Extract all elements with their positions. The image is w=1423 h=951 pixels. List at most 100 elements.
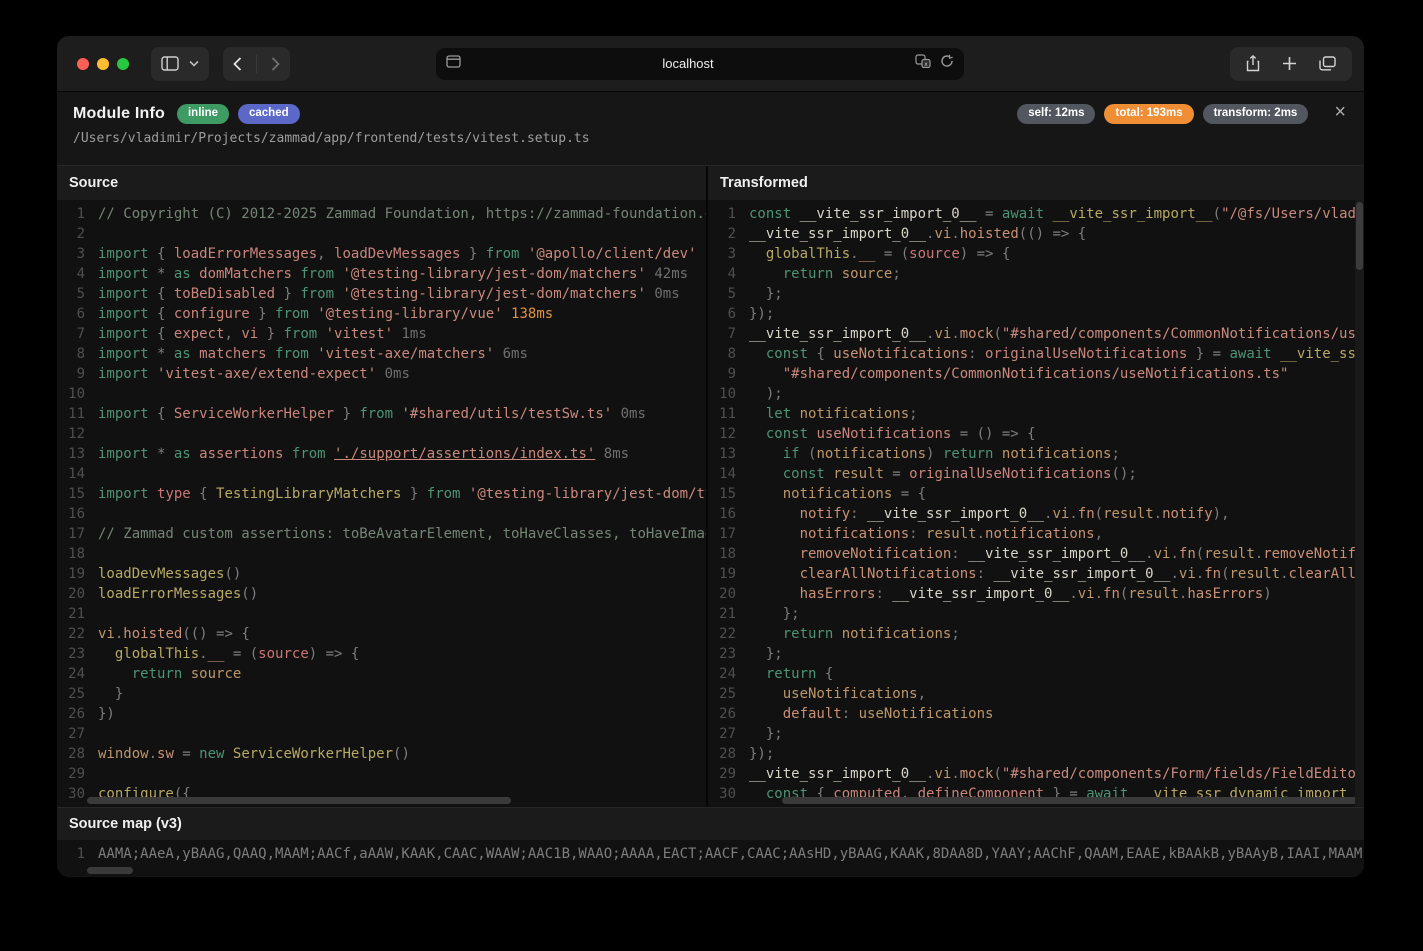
code-token: fn xyxy=(1204,566,1221,582)
code-token xyxy=(749,426,766,442)
code-token: useNotifications xyxy=(859,706,994,722)
line-number: 3 xyxy=(708,244,741,264)
module-link[interactable]: './support/assertions/index.ts' xyxy=(334,446,595,462)
code-token: clearAllNotifications xyxy=(1289,566,1364,582)
line-number: 11 xyxy=(708,404,741,424)
code-line: 8 const { useNotifications: originalUseN… xyxy=(708,344,1364,364)
code-token: notifications xyxy=(842,626,952,642)
code-token xyxy=(749,486,783,502)
transformed-horizontal-scrollbar[interactable] xyxy=(782,797,1360,804)
line-content: // Copyright (C) 2012-2025 Zammad Founda… xyxy=(98,204,706,224)
transformed-vertical-scrollbar[interactable] xyxy=(1356,202,1363,270)
code-token: 42ms xyxy=(646,266,688,282)
code-line: 14 const result = originalUseNotificatio… xyxy=(708,464,1364,484)
code-token: import xyxy=(98,266,157,282)
code-token: : xyxy=(968,346,985,362)
code-token: } xyxy=(258,326,283,342)
sidebar-icon[interactable] xyxy=(161,56,179,71)
line-content: // Zammad custom assertions: toBeAvatarE… xyxy=(98,524,706,544)
line-number: 9 xyxy=(57,364,90,384)
code-line: 6import { configure } from '@testing-lib… xyxy=(57,304,706,324)
code-token: (() => { xyxy=(182,626,249,642)
line-number: 19 xyxy=(708,564,741,584)
page-settings-icon[interactable] xyxy=(446,55,461,73)
code-token: { xyxy=(157,246,174,262)
module-badge: inline xyxy=(177,104,229,124)
code-token: vi xyxy=(241,326,258,342)
line-number: 28 xyxy=(57,744,90,764)
code-token: globalThis xyxy=(766,246,850,262)
line-content: }) xyxy=(98,704,706,724)
nav-divider xyxy=(256,55,257,73)
address-bar[interactable]: localhost x xyxy=(436,48,964,80)
tab-overview-icon[interactable] xyxy=(1319,56,1336,71)
code-token: } xyxy=(250,306,275,322)
line-content: removeNotification: __vite_ssr_import_0_… xyxy=(749,544,1364,564)
line-number: 16 xyxy=(708,504,741,524)
line-number: 23 xyxy=(708,644,741,664)
code-token: = () => { xyxy=(951,426,1035,442)
code-token: import xyxy=(98,406,157,422)
code-token: } xyxy=(98,686,123,702)
code-token: await xyxy=(1229,346,1280,362)
line-number: 12 xyxy=(708,424,741,444)
code-token: } xyxy=(460,246,485,262)
back-button[interactable] xyxy=(233,57,242,71)
new-tab-icon[interactable] xyxy=(1282,56,1297,71)
code-token: result xyxy=(1204,546,1255,562)
code-token: ( xyxy=(1196,546,1204,562)
reload-icon[interactable] xyxy=(940,54,954,73)
minimize-window-button[interactable] xyxy=(97,58,109,70)
code-token: ) xyxy=(926,446,943,462)
line-number: 20 xyxy=(708,584,741,604)
code-token: return xyxy=(943,446,1002,462)
close-panel-button[interactable]: × xyxy=(1334,102,1346,122)
code-token: : xyxy=(850,506,867,522)
code-token: source xyxy=(842,266,893,282)
line-number: 4 xyxy=(708,264,741,284)
code-token: expect xyxy=(174,326,225,342)
line-content: "#shared/components/CommonNotifications/… xyxy=(749,364,1364,384)
code-token xyxy=(749,786,766,802)
line-content: let notifications; xyxy=(749,404,1364,424)
code-token: 138ms xyxy=(503,306,554,322)
line-content xyxy=(98,504,706,524)
code-token: clearAllNotifications xyxy=(800,566,977,582)
code-token: notifications xyxy=(783,486,893,502)
desktop-background: localhost x xyxy=(0,0,1423,951)
code-token: '#shared/utils/testSw.ts' xyxy=(401,406,612,422)
code-token: from xyxy=(300,266,342,282)
code-token xyxy=(749,566,800,582)
line-content xyxy=(98,424,706,444)
code-token: // Copyright (C) 2012-2025 Zammad Founda… xyxy=(98,206,706,222)
translate-icon[interactable]: x xyxy=(915,54,931,73)
code-token: = ( xyxy=(224,646,258,662)
line-content: default: useNotifications xyxy=(749,704,1364,724)
source-horizontal-scrollbar[interactable] xyxy=(87,797,511,804)
code-line: 26}) xyxy=(57,704,706,724)
zoom-window-button[interactable] xyxy=(117,58,129,70)
code-token: as xyxy=(174,266,199,282)
chevron-down-icon[interactable] xyxy=(189,60,199,67)
code-token xyxy=(749,466,783,482)
code-line: 24 return { xyxy=(708,664,1364,684)
code-token: __vite_ssr_import_0__ xyxy=(968,546,1145,562)
line-content: globalThis.__ = (source) => { xyxy=(749,244,1364,264)
forward-button[interactable] xyxy=(271,57,280,71)
share-icon[interactable] xyxy=(1246,55,1260,72)
browser-window: localhost x xyxy=(57,36,1364,877)
code-token: ( xyxy=(993,326,1001,342)
code-token: . xyxy=(1145,546,1153,562)
code-token: { xyxy=(157,286,174,302)
code-token: const xyxy=(766,346,817,362)
line-number: 25 xyxy=(708,684,741,704)
code-token: result xyxy=(1128,586,1179,602)
code-line: 10 ); xyxy=(708,384,1364,404)
close-window-button[interactable] xyxy=(77,58,89,70)
line-content: const result = originalUseNotifications(… xyxy=(749,464,1364,484)
code-token: from xyxy=(427,486,469,502)
code-token: '@testing-library/vue' xyxy=(317,306,502,322)
sourcemap-horizontal-scrollbar[interactable] xyxy=(87,867,133,874)
code-token xyxy=(749,386,766,402)
code-line: 19loadDevMessages() xyxy=(57,564,706,584)
